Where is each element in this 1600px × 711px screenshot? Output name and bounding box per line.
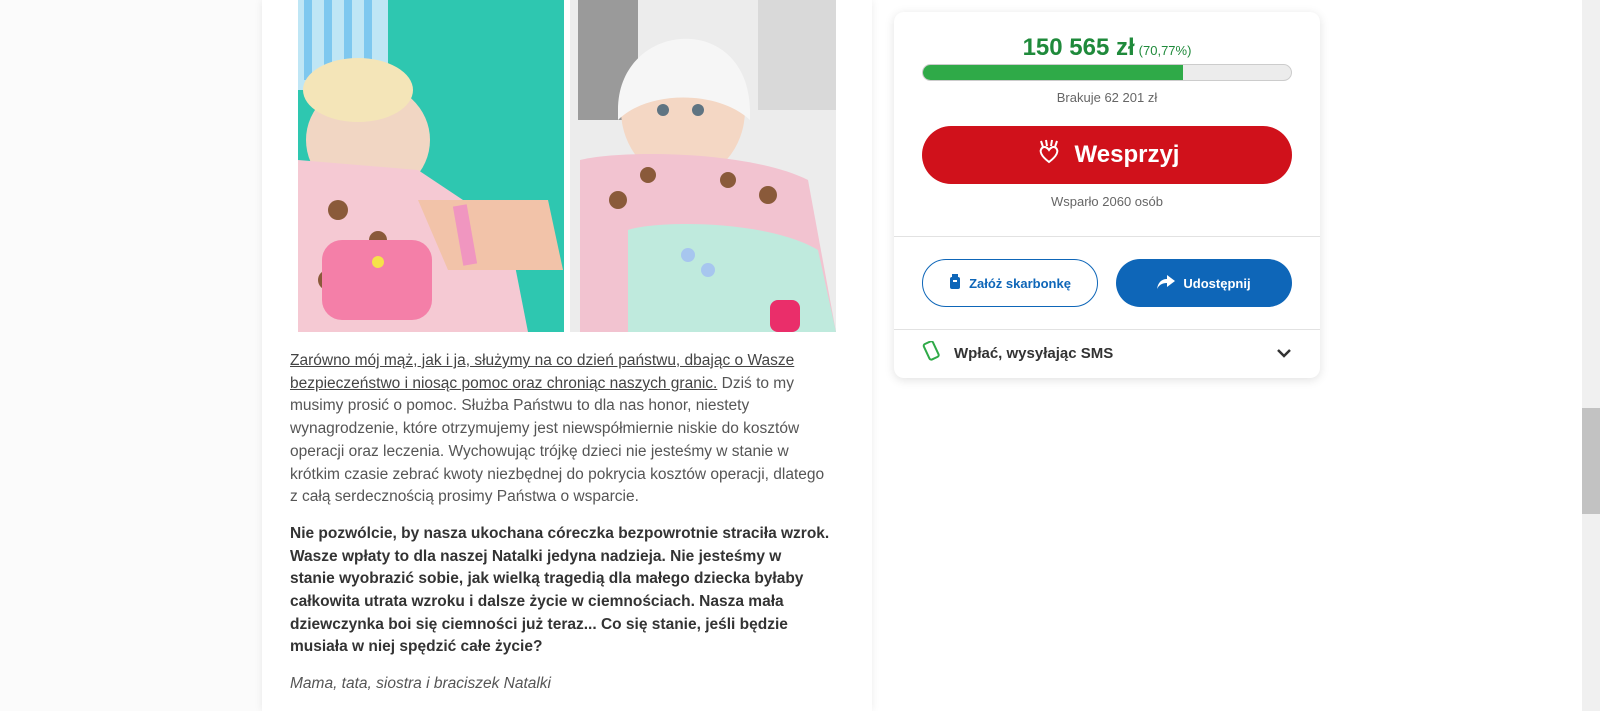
- raised-percent: (70,77%): [1138, 43, 1192, 58]
- support-button[interactable]: Wesprzyj: [922, 126, 1292, 184]
- scrollbar-thumb[interactable]: [1582, 408, 1600, 514]
- fundraiser-photo: [298, 0, 836, 332]
- share-button[interactable]: Udostępnij: [1116, 259, 1292, 307]
- supporters-count: Wsparło 2060 osób: [1050, 194, 1163, 209]
- heart-hands-icon: [1035, 138, 1063, 173]
- raised-amount: 150 565 zł: [1022, 34, 1135, 61]
- story-card: Zarówno mój mąż, jak i ja, służymy na co…: [262, 0, 872, 711]
- missing-amount: Brakuje 62 201 zł: [1056, 90, 1158, 105]
- donation-card: 150 565 zł (70,77%) Brakuje 62 201 zł Wes…: [894, 12, 1320, 378]
- phone-icon: [922, 340, 942, 365]
- story-paragraph-1-rest: Dziś to my musimy prosić o pomoc. Służba…: [290, 374, 825, 506]
- support-label: Wesprzyj: [1074, 141, 1180, 168]
- story-paragraph-1: Zarówno mój mąż, jak i ja, służymy na co…: [290, 350, 830, 509]
- piggy-bank-icon: [949, 273, 961, 293]
- sms-label: Wpłać, wysyłając SMS: [954, 344, 1114, 362]
- chevron-down-icon[interactable]: [1276, 345, 1292, 362]
- story-paragraph-2: Nie pozwólcie, by nasza ukochana córeczk…: [290, 524, 830, 656]
- divider: [894, 236, 1320, 237]
- divider: [894, 329, 1320, 330]
- share-label: Udostępnij: [1183, 275, 1251, 291]
- piggy-bank-label: Załóż skarbonkę: [969, 275, 1071, 291]
- amount-row: 150 565 zł (70,77%): [894, 34, 1320, 62]
- story-signature: Mama, tata, siostra i braciszek Natalki: [290, 675, 552, 693]
- scrollbar[interactable]: [1582, 0, 1600, 711]
- create-piggy-bank-button[interactable]: Załóż skarbonkę: [922, 259, 1098, 307]
- progress-fill: [923, 65, 1184, 80]
- left-margin: [0, 0, 262, 711]
- sms-donation-toggle[interactable]: Wpłać, wysyłając SMS: [922, 338, 1292, 368]
- share-arrow-icon: [1157, 274, 1176, 292]
- progress-bar: [922, 64, 1292, 81]
- story-text: Zarówno mój mąż, jak i ja, służymy na co…: [290, 350, 830, 710]
